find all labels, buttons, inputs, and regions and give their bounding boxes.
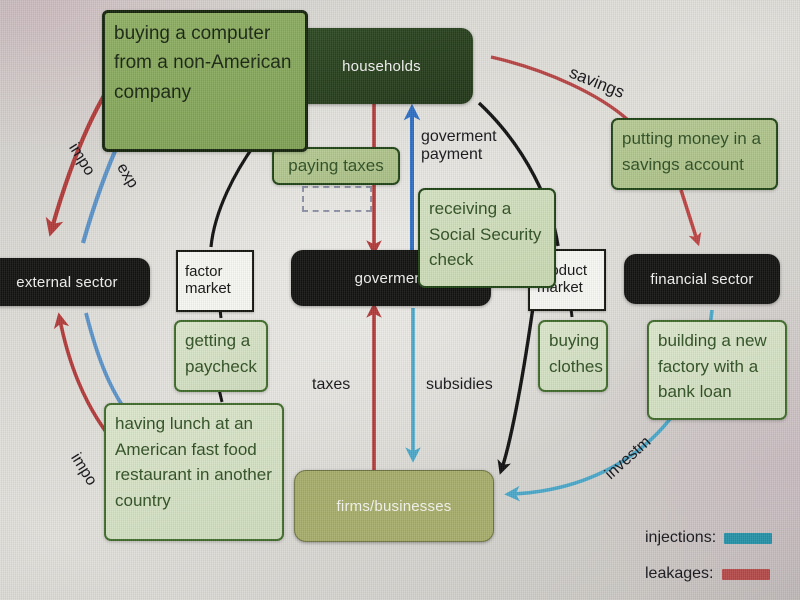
sector-government-label: goverment — [354, 269, 428, 287]
example-paying-taxes-text: paying taxes — [288, 156, 384, 176]
sector-firms-businesses-label: firms/businesses — [336, 497, 452, 515]
example-paying-taxes[interactable]: paying taxes — [272, 147, 400, 185]
example-savings-account[interactable]: putting money in a savings account — [611, 118, 778, 190]
arrow-product-market-to-firms — [497, 299, 536, 475]
legend: injections: leakages: — [645, 525, 773, 587]
empty-drop-target[interactable] — [302, 186, 372, 212]
sector-firms-businesses[interactable]: firms/businesses — [294, 470, 494, 542]
example-bank-loan-factory[interactable]: building a new factory with a bank loan — [647, 320, 787, 420]
example-getting-paycheck-text: getting a paycheck — [185, 331, 257, 376]
legend-injections-label: injections: — [645, 529, 717, 546]
flow-label-taxes-text: taxes — [312, 376, 351, 393]
legend-leakages-label: leakages: — [645, 565, 714, 582]
example-buying-computer-text: buying a computer from a non-American co… — [114, 23, 292, 103]
legend-row-injections: injections: — [645, 525, 773, 551]
example-savings-account-text: putting money in a savings account — [622, 129, 761, 174]
market-factor-market[interactable]: factor market — [176, 250, 254, 312]
legend-row-leakages: leakages: — [645, 561, 772, 587]
sector-households-label: households — [342, 57, 421, 75]
market-factor-market-line1: factor — [185, 263, 223, 281]
example-buying-clothes[interactable]: buying clothes — [538, 320, 608, 392]
example-lunch-abroad-text: having lunch at an American fast food re… — [115, 414, 272, 510]
example-buying-clothes-text: buying clothes — [549, 331, 603, 376]
example-social-security[interactable]: receiving a Social Security check — [418, 188, 556, 288]
market-factor-market-line2: market — [185, 280, 231, 297]
example-social-security-text: receiving a Social Security check — [429, 199, 542, 269]
example-buying-computer[interactable]: buying a computer from a non-American co… — [102, 10, 308, 152]
sector-external-sector[interactable]: external sector — [0, 258, 150, 306]
legend-leakages-swatch — [721, 568, 770, 580]
flow-label-subsidies-text: subsidies — [426, 376, 493, 393]
example-lunch-abroad[interactable]: having lunch at an American fast food re… — [104, 403, 284, 541]
example-getting-paycheck[interactable]: getting a paycheck — [174, 320, 268, 392]
diagram-canvas: external sector households goverment fin… — [0, 0, 800, 600]
example-bank-loan-factory-text: building a new factory with a bank loan — [658, 331, 767, 401]
legend-injections-swatch — [724, 532, 773, 544]
flow-label-goverment-payment-text: goverment payment — [421, 128, 497, 164]
sector-financial-sector[interactable]: financial sector — [624, 254, 780, 304]
arrow-savings-box-to-financial-sector — [679, 189, 702, 247]
flow-label-taxes: taxes — [312, 376, 350, 394]
sector-households[interactable]: households — [290, 28, 473, 104]
flow-label-subsidies: subsidies — [426, 376, 493, 394]
sector-external-sector-label: external sector — [16, 273, 118, 291]
sector-financial-sector-label: financial sector — [650, 270, 754, 288]
flow-label-goverment-payment: goverment payment — [421, 128, 531, 165]
